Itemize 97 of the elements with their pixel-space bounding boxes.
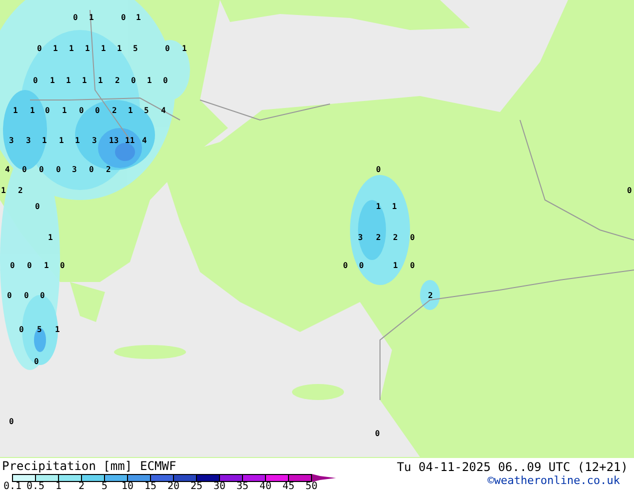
precipitation-value: 4 bbox=[142, 136, 147, 145]
precipitation-value: 0 bbox=[95, 106, 100, 115]
scale-tick-label: 1 bbox=[54, 482, 63, 490]
precipitation-value: 0 bbox=[10, 261, 15, 270]
precipitation-value: 1 bbox=[182, 44, 187, 53]
precipitation-value: 5 bbox=[37, 325, 42, 334]
precipitation-value: 1 bbox=[48, 233, 53, 242]
scale-tick-label: 35 bbox=[235, 482, 250, 490]
precipitation-value: 3 bbox=[92, 136, 97, 145]
precipitation-value: 1 bbox=[53, 44, 58, 53]
precipitation-value: 0 bbox=[410, 261, 415, 270]
precipitation-value: 13 bbox=[109, 136, 119, 145]
precipitation-value: 1 bbox=[13, 106, 18, 115]
precipitation-value: 0 bbox=[165, 44, 170, 53]
precipitation-value: 0 bbox=[35, 202, 40, 211]
precipitation-value: 2 bbox=[112, 106, 117, 115]
precipitation-value: 0 bbox=[410, 233, 415, 242]
precipitation-value: 5 bbox=[144, 106, 149, 115]
precipitation-value: 0 bbox=[163, 76, 168, 85]
scale-tick-label: 15 bbox=[143, 482, 158, 490]
copyright-link[interactable]: ©weatheronline.co.uk bbox=[488, 474, 628, 488]
precipitation-value: 0 bbox=[343, 261, 348, 270]
precipitation-value: 3 bbox=[72, 165, 77, 174]
precipitation-value: 1 bbox=[128, 106, 133, 115]
precipitation-value: 1 bbox=[42, 136, 47, 145]
precipitation-value: 1 bbox=[59, 136, 64, 145]
precipitation-value: 0 bbox=[627, 186, 632, 195]
precipitation-value: 2 bbox=[106, 165, 111, 174]
precipitation-value: 0 bbox=[33, 76, 38, 85]
precipitation-value: 1 bbox=[50, 76, 55, 85]
scale-tick-label: 5 bbox=[100, 482, 109, 490]
scale-tick-label: 40 bbox=[258, 482, 273, 490]
precipitation-value: 3 bbox=[9, 136, 14, 145]
model-name: ECMWF bbox=[140, 460, 176, 472]
precipitation-value: 1 bbox=[75, 136, 80, 145]
precipitation-value: 0 bbox=[9, 417, 14, 426]
precipitation-value: 1 bbox=[392, 202, 397, 211]
overflow-arrow-icon bbox=[312, 474, 336, 482]
precipitation-value: 0 bbox=[73, 13, 78, 22]
precipitation-value: 1 bbox=[44, 261, 49, 270]
precipitation-value: 2 bbox=[428, 291, 433, 300]
precipitation-value: 0 bbox=[56, 165, 61, 174]
precipitation-value: 0 bbox=[34, 357, 39, 366]
precipitation-value: 1 bbox=[147, 76, 152, 85]
precipitation-value: 1 bbox=[393, 261, 398, 270]
precipitation-value: 0 bbox=[79, 106, 84, 115]
precipitation-value: 3 bbox=[358, 233, 363, 242]
precipitation-value: 1 bbox=[376, 202, 381, 211]
precipitation-value: 3 bbox=[26, 136, 31, 145]
precipitation-value: 1 bbox=[85, 44, 90, 53]
scale-tick-label: 20 bbox=[166, 482, 181, 490]
precipitation-value: 0 bbox=[37, 44, 42, 53]
precipitation-value: 0 bbox=[89, 165, 94, 174]
precipitation-value: 0 bbox=[22, 165, 27, 174]
precipitation-value: 0 bbox=[375, 429, 380, 438]
scale-tick-label: 0.5 bbox=[25, 482, 46, 490]
precipitation-value: 2 bbox=[376, 233, 381, 242]
precipitation-value: 0 bbox=[60, 261, 65, 270]
precipitation-value: 0 bbox=[27, 261, 32, 270]
precipitation-value: 2 bbox=[393, 233, 398, 242]
precipitation-value: 0 bbox=[40, 291, 45, 300]
precipitation-value: 4 bbox=[5, 165, 10, 174]
precipitation-value: 0 bbox=[45, 106, 50, 115]
precipitation-value: 5 bbox=[133, 44, 138, 53]
precipitation-value: 0 bbox=[359, 261, 364, 270]
precipitation-value: 0 bbox=[39, 165, 44, 174]
island bbox=[114, 345, 186, 359]
scale-tick-label: 0.1 bbox=[2, 482, 23, 490]
precipitation-value: 1 bbox=[89, 13, 94, 22]
precipitation-value: 4 bbox=[161, 106, 166, 115]
precipitation-value: 1 bbox=[98, 76, 103, 85]
precipitation-value: 1 bbox=[82, 76, 87, 85]
precipitation-value: 1 bbox=[66, 76, 71, 85]
precipitation-value: 0 bbox=[121, 13, 126, 22]
precipitation-value: 1 bbox=[55, 325, 60, 334]
precipitation-value: 0 bbox=[24, 291, 29, 300]
scale-tick-label: 50 bbox=[304, 482, 319, 490]
precipitation-value: 2 bbox=[115, 76, 120, 85]
precipitation-value: 0 bbox=[376, 165, 381, 174]
precipitation-value: 1 bbox=[1, 186, 6, 195]
scale-tick-label: 45 bbox=[281, 482, 296, 490]
valid-time: Tu 04-11-2025 06..09 UTC (12+21) bbox=[396, 460, 628, 474]
precipitation-value: 2 bbox=[18, 186, 23, 195]
scale-tick-label: 10 bbox=[120, 482, 135, 490]
precipitation-value: 1 bbox=[30, 106, 35, 115]
precipitation-value: 1 bbox=[117, 44, 122, 53]
precipitation-value: 1 bbox=[62, 106, 67, 115]
precipitation-value: 1 bbox=[101, 44, 106, 53]
scale-tick-label: 25 bbox=[189, 482, 204, 490]
precipitation-value: 0 bbox=[19, 325, 24, 334]
precipitation-value: 0 bbox=[131, 76, 136, 85]
island bbox=[292, 384, 344, 400]
legend-title: Precipitation [mm] bbox=[2, 460, 132, 472]
precipitation-value: 1 bbox=[136, 13, 141, 22]
precipitation-value: 1 bbox=[69, 44, 74, 53]
precipitation-value: 11 bbox=[125, 136, 135, 145]
precipitation-value: 0 bbox=[7, 291, 12, 300]
